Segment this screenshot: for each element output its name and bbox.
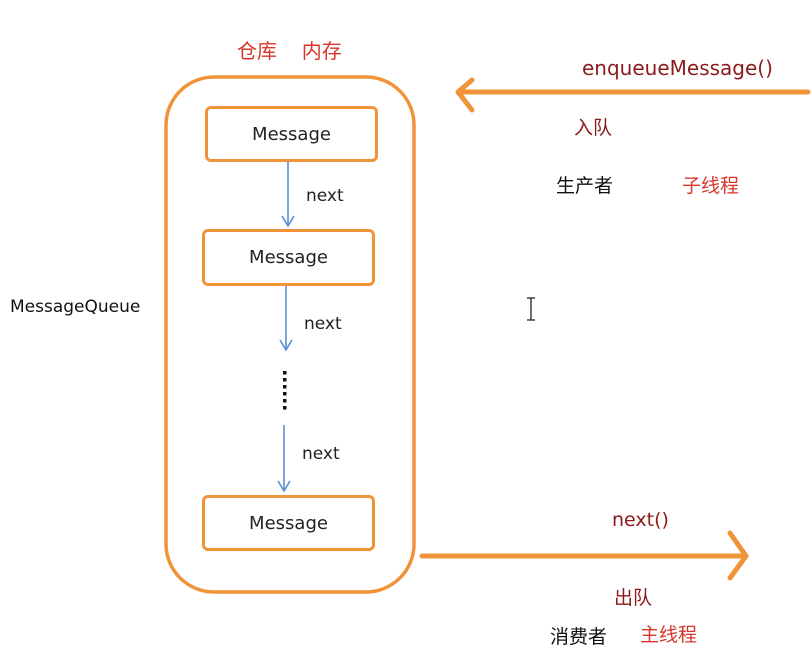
- next-arrow-2: [279, 286, 293, 352]
- enqueue-method-label: enqueueMessage(): [582, 56, 773, 80]
- dequeue-arrow: [419, 530, 749, 581]
- next-arrow-3: [277, 425, 291, 493]
- message-node-2: Message: [202, 229, 375, 286]
- consumer-thread-label: 主线程: [640, 624, 698, 646]
- memory-label: 内存: [301, 39, 342, 63]
- dequeue-action-label: 出队: [614, 587, 653, 609]
- container-title: 仓库 内存: [237, 35, 342, 64]
- consumer-label: 消费者: [550, 626, 608, 648]
- producer-label: 生产者: [556, 175, 614, 197]
- enqueue-action-label: 入队: [574, 117, 613, 139]
- ellipsis-dots: [283, 371, 287, 410]
- text-cursor-icon: [527, 297, 535, 321]
- next-arrow-1: [281, 162, 295, 228]
- dequeue-method-label: next(): [612, 509, 669, 531]
- enqueue-arrow: [455, 77, 811, 113]
- next-label-3: next: [302, 444, 340, 464]
- next-label-2: next: [304, 314, 342, 334]
- message-queue-label: MessageQueue: [10, 297, 141, 317]
- next-label-1: next: [306, 186, 344, 206]
- message-node-1: Message: [205, 106, 378, 162]
- diagram-canvas: [164, 75, 811, 594]
- warehouse-label: 仓库: [237, 39, 277, 63]
- message-node-3: Message: [202, 495, 375, 551]
- producer-thread-label: 子线程: [682, 175, 740, 197]
